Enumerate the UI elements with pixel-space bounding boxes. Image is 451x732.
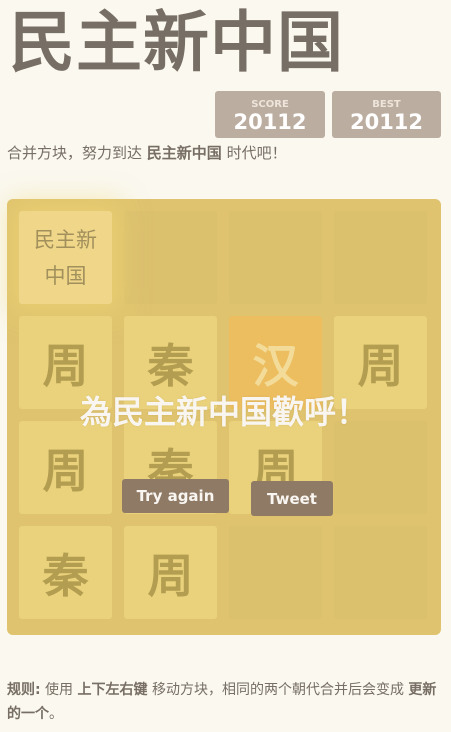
best-value: 20112	[349, 110, 424, 134]
rules-label: 规则:	[7, 682, 41, 698]
rules-text-1: 使用	[40, 682, 78, 698]
rules-text: 规则: 使用 上下左右键 移动方块，相同的两个朝代合并后会变成 更新的一个。	[7, 678, 441, 726]
game-over-message: 為民主新中国歡呼！	[79, 393, 368, 431]
score-label: SCORE	[251, 99, 289, 110]
game-title: 民主新中国	[9, 4, 344, 81]
rules-keys: 上下左右键	[77, 682, 148, 698]
intro-before: 合并方块，努力到达	[7, 144, 147, 162]
score-box: SCORE 20112	[215, 91, 325, 138]
intro-after: 时代吧！	[221, 144, 287, 162]
best-box: BEST 20112	[332, 91, 441, 138]
best-label: BEST	[372, 99, 401, 110]
tweet-button[interactable]: Tweet	[251, 481, 333, 516]
game-over-overlay: 為民主新中国歡呼！ Try again Tweet	[7, 199, 441, 635]
rules-text-3: 。	[49, 706, 63, 722]
intro-text: 合并方块，努力到达 民主新中国 时代吧！	[7, 142, 287, 164]
rules-text-2: 移动方块，相同的两个朝代合并后会变成	[147, 682, 409, 698]
intro-highlight: 民主新中国	[146, 144, 222, 162]
try-again-button[interactable]: Try again	[122, 479, 229, 513]
score-value: 20112	[233, 110, 307, 134]
